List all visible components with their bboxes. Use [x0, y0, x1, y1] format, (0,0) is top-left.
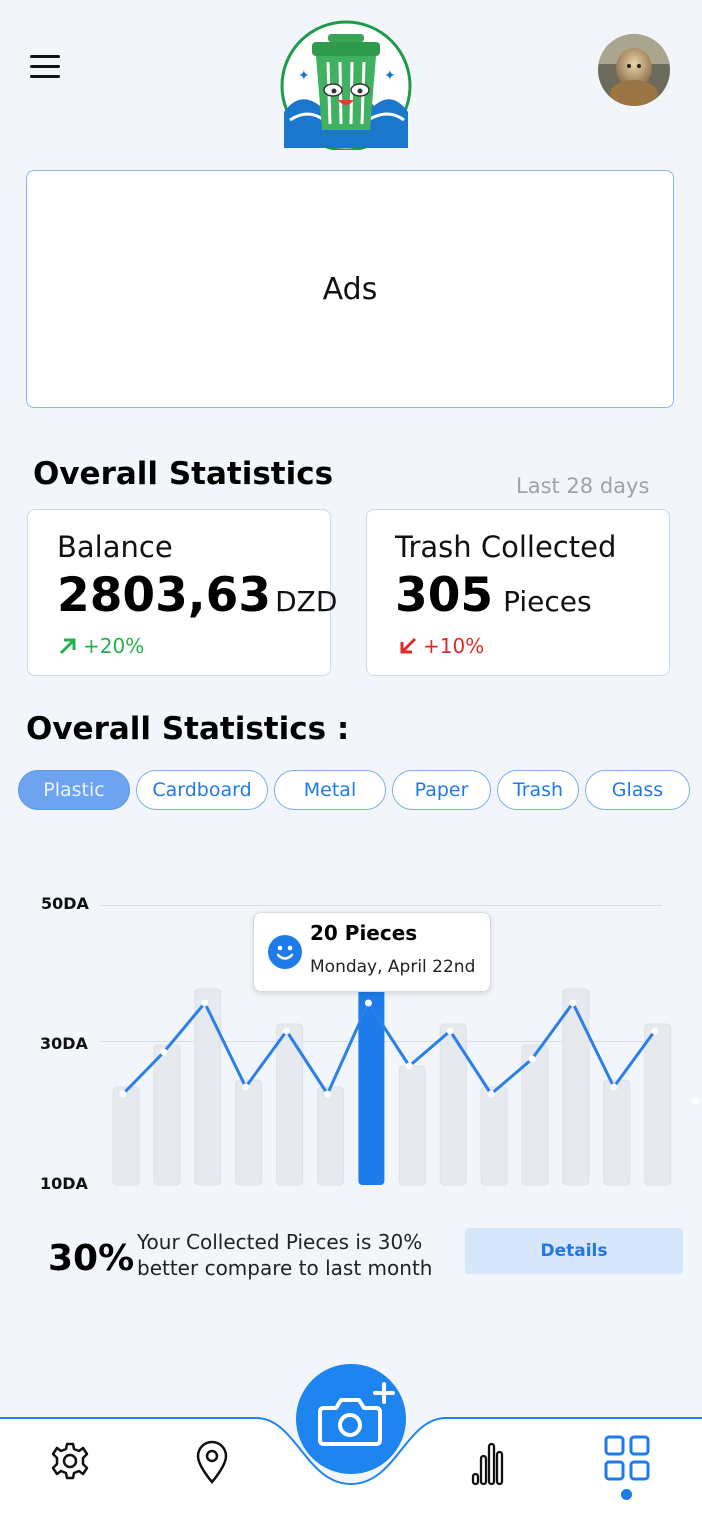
overall-statistics-title: Overall Statistics [33, 456, 334, 492]
chip-metal[interactable]: Metal [274, 770, 386, 810]
chart-bar[interactable] [235, 1079, 263, 1186]
svg-text:✦: ✦ [298, 68, 310, 84]
comparison-percent: 30% [48, 1238, 135, 1279]
chip-glass[interactable]: Glass [585, 770, 690, 810]
chip-label: Cardboard [152, 779, 252, 801]
chart-point [610, 1083, 618, 1091]
chart-point [160, 1048, 168, 1056]
comparison-line-1: Your Collected Pieces is 30% [137, 1230, 423, 1254]
arrow-up-right-icon [59, 638, 76, 655]
chart-point [446, 1027, 454, 1035]
trash-collected-unit: Pieces [503, 585, 592, 618]
comparison-text: Your Collected Pieces is 30% better comp… [137, 1229, 457, 1281]
chart-point [242, 1083, 250, 1091]
ads-banner[interactable]: Ads [26, 170, 674, 408]
chart-point [364, 999, 372, 1007]
chart-bar[interactable] [112, 1086, 140, 1186]
chip-cardboard[interactable]: Cardboard [136, 770, 268, 810]
chart-bar[interactable] [644, 1023, 672, 1186]
balance-trend: +20% [57, 634, 144, 658]
location-pin-icon[interactable] [195, 1439, 229, 1485]
smiley-face-icon [268, 935, 302, 969]
chart-point [119, 1090, 127, 1098]
chart-point [487, 1090, 495, 1098]
balance-value-row: 2803,63 DZD [57, 568, 337, 623]
arrow-down-left-icon [400, 637, 417, 654]
bar-chart-icon[interactable] [470, 1440, 508, 1486]
chart-point [651, 1027, 659, 1035]
balance-label: Balance [57, 530, 173, 564]
balance-trend-value: +20% [83, 634, 145, 658]
trash-trend: +10% [397, 634, 484, 658]
svg-text:✦: ✦ [384, 68, 396, 84]
chart-point [528, 1055, 536, 1063]
comparison-line-2: better compare to last month [137, 1256, 433, 1280]
details-button[interactable]: Details [465, 1228, 683, 1274]
camera-add-button[interactable] [296, 1364, 406, 1474]
trash-bin-mascot-logo: ✦ ✦ [280, 20, 412, 152]
ads-label: Ads [322, 271, 378, 307]
chart-bar[interactable] [398, 1065, 426, 1186]
trash-collected-value: 305 [395, 568, 494, 623]
active-tab-indicator [621, 1489, 632, 1500]
chart-bar[interactable] [562, 988, 590, 1186]
category-statistics-title: Overall Statistics : [26, 711, 350, 747]
camera-add-icon [318, 1382, 395, 1446]
grid-dashboard-icon[interactable] [603, 1434, 651, 1482]
chart-point [569, 999, 577, 1007]
balance-value: 2803,63 [57, 568, 272, 623]
chip-label: Trash [512, 779, 564, 801]
hamburger-icon [30, 55, 60, 58]
tooltip-subtitle: Monday, April 22nd [310, 957, 476, 977]
chip-label: Paper [414, 779, 469, 801]
period-label: Last 28 days [516, 474, 650, 498]
hamburger-menu-button[interactable] [30, 55, 68, 83]
chart-point [201, 999, 209, 1007]
chart-point [324, 1090, 331, 1098]
trash-value-row: 305 Pieces [395, 568, 592, 623]
balance-card[interactable]: Balance 2803,63 DZD +20% [27, 509, 337, 676]
chart-bar[interactable] [603, 1079, 631, 1186]
chip-label: Metal [303, 779, 357, 801]
balance-unit: DZD [275, 585, 338, 618]
chip-plastic[interactable]: Plastic [18, 770, 130, 810]
chart-bar[interactable] [153, 1044, 181, 1186]
chip-label: Glass [611, 779, 664, 801]
user-avatar-photo[interactable] [598, 34, 670, 106]
trash-collected-card[interactable]: Trash Collected 305 Pieces +10% [366, 509, 670, 676]
chart-bar[interactable] [480, 1086, 508, 1186]
chart-point [692, 1097, 700, 1105]
chip-paper[interactable]: Paper [392, 770, 491, 810]
tooltip-title: 20 Pieces [310, 921, 418, 945]
chip-label: Plastic [43, 779, 105, 801]
chart-point [283, 1027, 291, 1035]
chart-bar[interactable] [194, 988, 222, 1186]
trash-collected-label: Trash Collected [395, 530, 617, 564]
settings-gear-icon[interactable] [50, 1441, 90, 1481]
chip-trash[interactable]: Trash [497, 770, 579, 810]
chart-bar[interactable] [317, 1086, 344, 1186]
chart-point [405, 1062, 413, 1070]
trash-trend-value: +10% [423, 634, 485, 658]
chart-tooltip: 20 Pieces Monday, April 22nd [253, 912, 491, 992]
